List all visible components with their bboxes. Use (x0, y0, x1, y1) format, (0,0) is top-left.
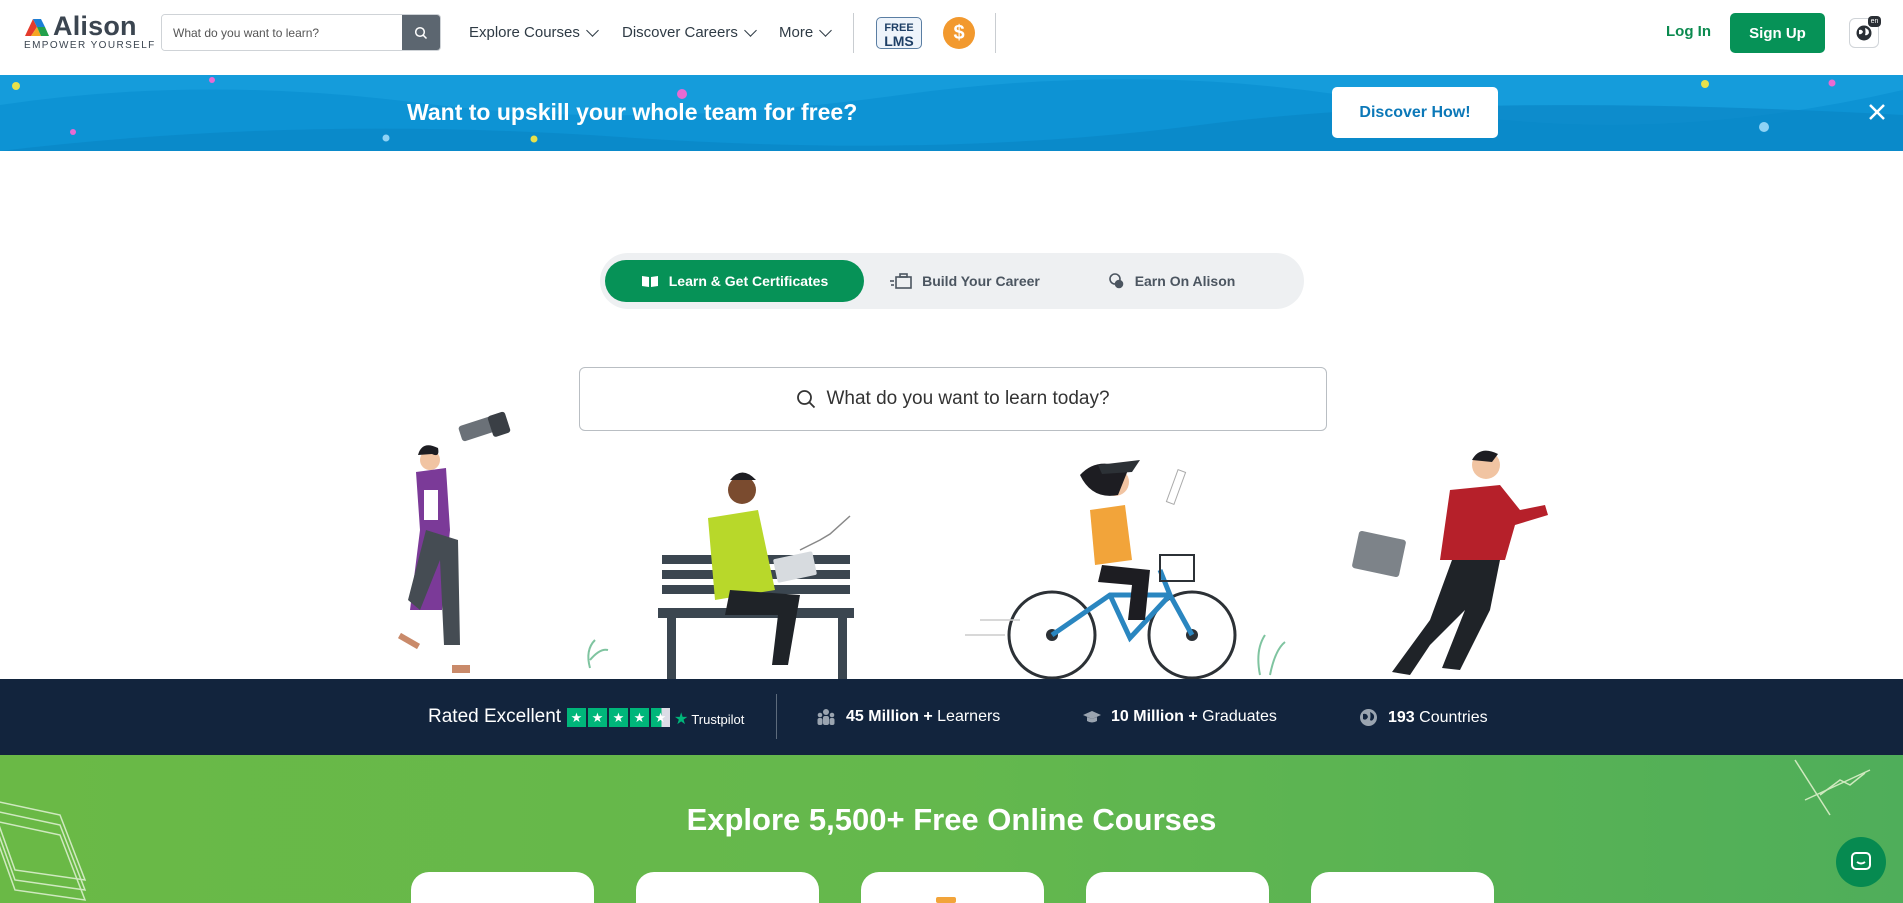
site-header: Alison EMPOWER YOURSELF Explore Courses … (0, 0, 1903, 75)
divider (776, 694, 777, 739)
header-search (161, 14, 441, 51)
plant-decoration (587, 634, 1286, 676)
hero-search-placeholder: What do you want to learn today? (826, 388, 1110, 409)
book-icon (641, 276, 658, 287)
hero-illustration (397, 411, 1548, 680)
header-search-button[interactable] (402, 15, 440, 50)
team-promo-banner: Want to upskill your whole team for free… (0, 75, 1903, 151)
coins-icon (1108, 273, 1123, 289)
nav-discover-careers-label: Discover Careers (622, 24, 738, 41)
man-on-bench-illustration (658, 472, 854, 680)
star-icon: ★ (567, 708, 586, 727)
course-category-card[interactable] (1086, 872, 1269, 903)
woman-with-telescope-illustration (397, 411, 511, 673)
stat-graduates: 10 Million + Graduates (1083, 708, 1277, 726)
coin-icon[interactable]: $ (943, 17, 975, 49)
chevron-down-icon (586, 23, 599, 37)
hero-tabs: Learn & Get Certificates Build Your Care… (600, 253, 1304, 309)
trustpilot-label: Trustpilot (691, 711, 745, 727)
explore-heading: Explore 5,500+ Free Online Courses (686, 802, 1217, 837)
graduates-label: Graduates (1202, 708, 1277, 725)
graduate-on-bicycle-illustration (965, 460, 1237, 680)
logo-tagline: EMPOWER YOURSELF (24, 40, 156, 51)
banner-text: Want to upskill your whole team for free… (407, 99, 858, 125)
nav-more[interactable]: More (779, 23, 833, 41)
globe-icon (1360, 709, 1377, 726)
countries-value: 193 (1388, 708, 1415, 726)
divider (995, 13, 996, 53)
graduation-cap-icon (1083, 711, 1101, 723)
language-button[interactable]: en (1849, 16, 1881, 48)
tab-earn-on-alison-label: Earn On Alison (1134, 273, 1236, 289)
close-icon[interactable] (1866, 101, 1888, 123)
learners-label: Learners (937, 708, 1001, 725)
trustpilot-logo[interactable]: ★ Trustpilot (674, 709, 744, 729)
books-doodle-icon (0, 801, 87, 901)
divider (853, 13, 854, 53)
tab-learn-certificates[interactable]: Learn & Get Certificates (605, 260, 864, 302)
tab-earn-on-alison[interactable]: Earn On Alison (1092, 260, 1252, 302)
stat-learners: 45 Million + Learners (816, 708, 1000, 726)
countries-label: Countries (1419, 708, 1488, 726)
nav-explore-courses-label: Explore Courses (469, 24, 580, 41)
search-icon (414, 26, 428, 39)
half-star-icon: ★ (651, 708, 670, 727)
tab-build-career[interactable]: Build Your Career (880, 260, 1050, 302)
language-badge: en (1868, 16, 1881, 27)
course-category-card[interactable] (411, 872, 594, 903)
explore-courses-section: Explore 5,500+ Free Online Courses (0, 755, 1903, 903)
banner-waves (0, 75, 1903, 151)
people-icon (817, 709, 835, 725)
chat-icon (1851, 852, 1871, 870)
star-icon: ★ (588, 708, 607, 727)
star-icon: ★ (630, 708, 649, 727)
trustpilot-star-icon: ★ (674, 711, 689, 728)
briefcase-icon (890, 273, 912, 289)
stats-bar: Rated Excellent ★ ★ ★ ★ ★ ★ Trustpilot 4… (0, 679, 1903, 755)
graduates-value: 10 Million + (1111, 708, 1198, 725)
logo-name: Alison (53, 11, 137, 41)
star-icon: ★ (609, 708, 628, 727)
nav-more-label: More (779, 24, 814, 41)
chevron-down-icon (819, 23, 833, 37)
tab-build-career-label: Build Your Career (922, 273, 1040, 289)
discover-how-button[interactable]: Discover How! (1332, 87, 1498, 138)
free-lms-button[interactable]: FREE LMS (876, 17, 922, 49)
alison-logo-mark-icon (25, 19, 49, 36)
course-category-card[interactable] (636, 872, 819, 903)
stat-countries: 193 Countries (1359, 708, 1488, 727)
header-search-input[interactable] (162, 15, 402, 50)
free-lms-bottom: LMS (884, 33, 914, 49)
login-link[interactable]: Log In (1666, 23, 1711, 40)
nav-explore-courses[interactable]: Explore Courses (469, 23, 599, 41)
alison-logo[interactable]: Alison EMPOWER YOURSELF (23, 11, 154, 52)
course-category-card[interactable] (861, 872, 1044, 903)
search-icon (797, 390, 816, 409)
card-accent (936, 897, 956, 903)
rated-excellent-label: Rated Excellent (428, 706, 562, 727)
chevron-down-icon (744, 23, 757, 37)
learners-value: 45 Million + (846, 708, 933, 725)
signup-button[interactable]: Sign Up (1730, 13, 1825, 53)
businessman-running-illustration (1352, 450, 1548, 675)
chat-button[interactable] (1836, 837, 1886, 887)
nav-discover-careers[interactable]: Discover Careers (622, 23, 757, 41)
course-category-card[interactable] (1311, 872, 1494, 903)
trustpilot-stars[interactable]: ★ ★ ★ ★ ★ (567, 708, 670, 727)
tab-learn-certificates-label: Learn & Get Certificates (668, 273, 829, 289)
